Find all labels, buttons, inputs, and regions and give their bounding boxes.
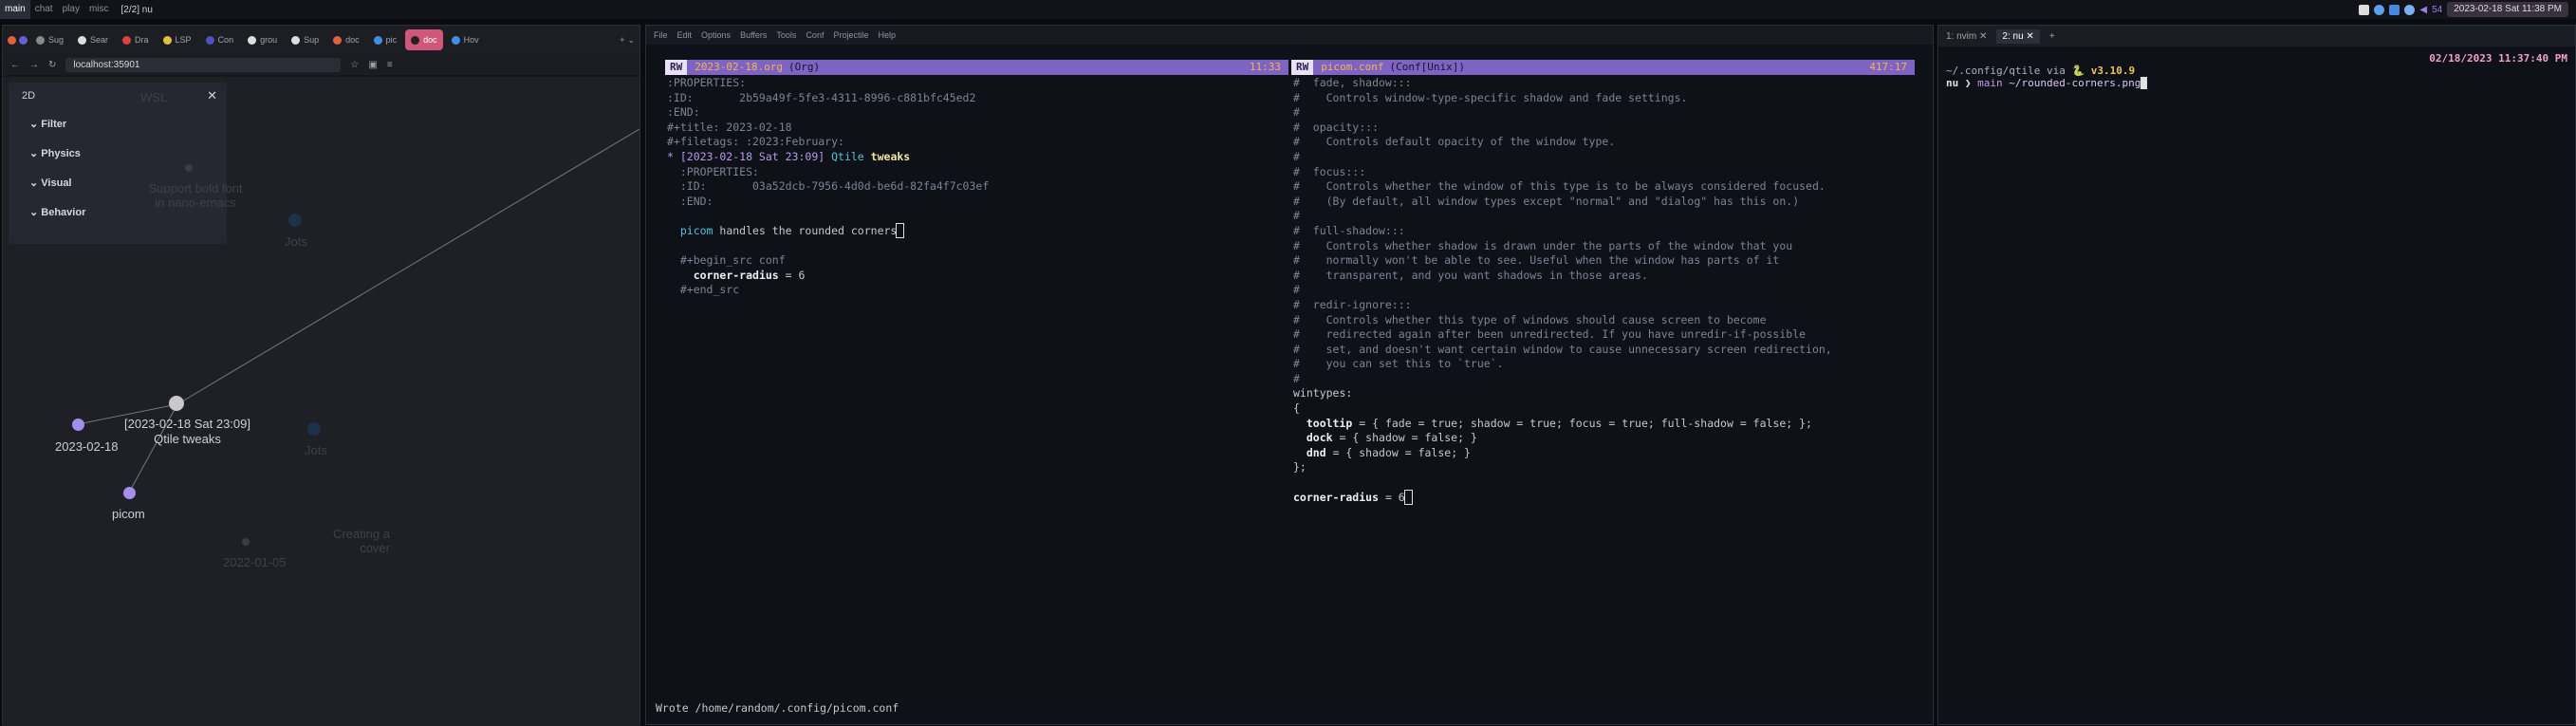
url-bar[interactable]: localhost:35901 xyxy=(65,57,342,72)
group-chat[interactable]: chat xyxy=(30,0,58,19)
graph-node-selected[interactable] xyxy=(169,396,184,411)
group-play[interactable]: play xyxy=(58,0,84,19)
window-name: [2/2] nu xyxy=(120,4,153,15)
reload-icon[interactable]: ↻ xyxy=(48,60,56,70)
menu-buffers[interactable]: Buffers xyxy=(740,30,767,40)
browser-tab[interactable]: Sup xyxy=(286,29,324,50)
film-icon[interactable] xyxy=(2359,4,2370,15)
terminal-tabs: 1: nvim ✕ 2: nu ✕ + xyxy=(1938,26,2575,47)
conf-buffer-text[interactable]: # fade, shadow::: # Controls window-type… xyxy=(1291,75,1915,506)
browser-tab[interactable]: doc xyxy=(327,29,365,50)
modeline-org: RW 2023-02-18.org (Org) 11:33 xyxy=(665,60,1288,75)
graph-node[interactable] xyxy=(242,538,250,546)
modeline-conf: RW picom.conf (Conf[Unix]) 417:17 xyxy=(1291,60,1915,75)
extensions-icon[interactable]: ▣ xyxy=(368,60,377,70)
emacs-window-org[interactable]: RW 2023-02-18.org (Org) 11:33 :PROPERTIE… xyxy=(665,60,1288,686)
terminal-cursor xyxy=(2140,77,2147,89)
menu-icon[interactable]: ≡ xyxy=(387,60,393,70)
node-label-old-date: 2022-01-05 xyxy=(223,555,287,569)
browser-tab[interactable]: pic xyxy=(368,29,403,50)
system-tray: ◀ 54 2023-02-18 Sat 11:38 PM xyxy=(2359,2,2576,17)
node-label-wsl: WSL xyxy=(140,90,168,104)
clock[interactable]: 2023-02-18 Sat 11:38 PM xyxy=(2447,2,2568,17)
prompt-line-2: nu ❯ main ~/rounded-corners.png xyxy=(1946,77,2567,89)
terminal-window: 1: nvim ✕ 2: nu ✕ + 02/18/2023 11:37:40 … xyxy=(1937,25,2576,725)
bookmark-icon[interactable]: ☆ xyxy=(350,60,359,70)
browser-tab[interactable]: LSP xyxy=(158,29,197,50)
new-tab-icon[interactable]: + xyxy=(2049,31,2055,42)
back-icon[interactable]: ← xyxy=(10,60,20,70)
terminal-tab-nu[interactable]: 2: nu ✕ xyxy=(1996,28,2040,44)
menu-projectile[interactable]: Projectile xyxy=(833,30,868,40)
browser-tab[interactable]: Sear xyxy=(72,29,114,50)
graph-node[interactable] xyxy=(72,419,84,431)
group-misc[interactable]: misc xyxy=(84,0,114,19)
forward-icon[interactable]: → xyxy=(29,60,39,70)
panel-physics[interactable]: ⌄ Physics xyxy=(9,139,227,168)
browser-tab[interactable]: Hov xyxy=(446,29,485,50)
menu-edit[interactable]: Edit xyxy=(677,30,693,40)
tab-list-icon[interactable]: ⌄ xyxy=(627,35,635,46)
menu-conf[interactable]: Conf xyxy=(806,30,824,40)
terminal-output[interactable]: 02/18/2023 11:37:40 PM ~/.config/qtile vi… xyxy=(1938,47,2575,95)
steam-icon[interactable] xyxy=(2404,4,2416,15)
emacs-menubar: File Edit Options Buffers Tools Conf Pro… xyxy=(646,26,1933,45)
cursor-position: 417:17 xyxy=(1869,61,1907,74)
emacs-frame: File Edit Options Buffers Tools Conf Pro… xyxy=(645,25,1934,725)
cursor-position: 11:33 xyxy=(1249,61,1281,74)
nav-bar: ← → ↻ localhost:35901 ☆ ▣ ≡ xyxy=(3,54,639,75)
emacs-window-conf[interactable]: RW picom.conf (Conf[Unix]) 417:17 # fade… xyxy=(1291,60,1915,686)
graph-node[interactable] xyxy=(123,487,136,499)
dropbox-icon[interactable] xyxy=(2389,4,2400,15)
node-label-picom: picom xyxy=(112,507,145,521)
qtile-bar: main chat play misc [2/2] nu ◀ 54 2023-0… xyxy=(0,0,2576,19)
graph-node[interactable] xyxy=(288,214,302,227)
close-icon[interactable]: ✕ xyxy=(207,88,217,103)
browser-window: Sug Sear Dra LSP Con grou Sup doc pic do… xyxy=(2,25,640,726)
browser-tab[interactable]: Dra xyxy=(117,29,155,50)
node-label-date: 2023-02-18 xyxy=(55,439,119,454)
node-label-qtile-tweaks: [2023-02-18 Sat 23:09] Qtile tweaks xyxy=(124,417,250,446)
menu-options[interactable]: Options xyxy=(701,30,731,40)
firefox-icon[interactable] xyxy=(8,35,16,45)
panel-title: 2D xyxy=(22,90,36,102)
node-label-jots-2: Jots xyxy=(305,443,327,457)
volume-icon[interactable]: ◀ xyxy=(2419,5,2427,15)
menu-tools[interactable]: Tools xyxy=(776,30,796,40)
graph-node[interactable] xyxy=(185,164,193,172)
major-mode: (Org) xyxy=(788,61,821,74)
graph-settings-panel: 2D ✕ ⌄ Filter ⌄ Physics ⌄ Visual ⌄ Behav… xyxy=(9,83,227,244)
browser-tab[interactable]: grou xyxy=(242,29,283,50)
prompt-line-1: ~/.config/qtile via 🐍 v3.10.9 xyxy=(1946,65,2136,77)
buffer-name: 2023-02-18.org xyxy=(695,61,783,74)
prompt-timestamp: 02/18/2023 11:37:40 PM xyxy=(2429,52,2567,65)
node-label-jots: Jots xyxy=(285,234,307,249)
group-main[interactable]: main xyxy=(0,0,30,19)
node-label-creating: Creating a cover xyxy=(333,527,390,555)
echo-area: Wrote /home/random/.config/picom.conf xyxy=(656,701,899,715)
org-buffer-text[interactable]: :PROPERTIES: :ID: 2b59a49f-5fe3-4311-899… xyxy=(665,75,1288,299)
new-tab-icon[interactable]: + xyxy=(620,35,624,45)
rw-indicator: RW xyxy=(665,60,688,75)
major-mode: (Conf[Unix]) xyxy=(1389,61,1465,74)
browser-tabstrip: Sug Sear Dra LSP Con grou Sup doc pic do… xyxy=(3,26,639,54)
menu-file[interactable]: File xyxy=(654,30,668,40)
extension-icon[interactable] xyxy=(19,35,28,45)
org-roam-graph[interactable]: 2D ✕ ⌄ Filter ⌄ Physics ⌄ Visual ⌄ Behav… xyxy=(3,77,639,726)
terminal-tab-nvim[interactable]: 1: nvim ✕ xyxy=(1946,31,1987,42)
menu-help[interactable]: Help xyxy=(878,30,896,40)
node-label-bold-font: Support bold font in nano-emacs xyxy=(148,181,243,210)
rw-indicator: RW xyxy=(1291,60,1314,75)
browser-tab[interactable]: Sug xyxy=(30,29,69,50)
graph-node[interactable] xyxy=(307,422,321,436)
buffer-name: picom.conf xyxy=(1321,61,1384,74)
browser-tab[interactable]: Con xyxy=(200,29,240,50)
volume-level: 54 xyxy=(2432,4,2443,15)
command-input[interactable]: ~/rounded-corners.png xyxy=(2009,77,2140,89)
network-icon[interactable] xyxy=(2374,4,2385,15)
browser-tab-active[interactable]: doc xyxy=(405,29,443,50)
panel-filter[interactable]: ⌄ Filter xyxy=(9,109,227,139)
